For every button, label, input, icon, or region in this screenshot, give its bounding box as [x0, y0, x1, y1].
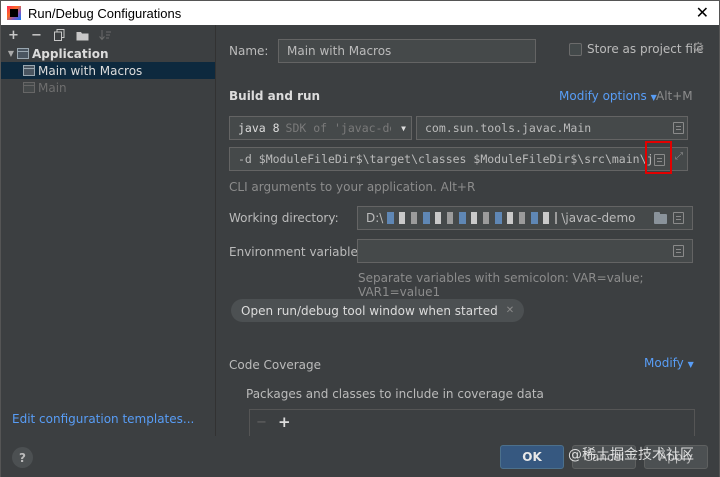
configurations-tree: ▼ Application Main with Macros Main — [1, 45, 215, 96]
main-class-value: com.sun.tools.javac.Main — [425, 121, 592, 135]
coverage-include-label: Packages and classes to include in cover… — [246, 387, 544, 401]
highlight-box — [645, 141, 672, 174]
coverage-patterns-list[interactable]: − + — [249, 409, 695, 439]
cli-arguments-hint: CLI arguments to your application. Alt+R — [229, 180, 476, 194]
chevron-down-icon[interactable]: ▼ — [5, 49, 17, 58]
help-button[interactable]: ? — [12, 447, 33, 468]
chevron-down-icon: ▼ — [401, 123, 406, 133]
jdk-select[interactable]: java 8 SDK of 'javac-de ▼ — [229, 116, 412, 140]
insert-macros-icon[interactable] — [673, 212, 684, 224]
add-pattern-icon[interactable]: + — [278, 413, 291, 431]
sort-icon[interactable] — [98, 28, 113, 43]
ok-button[interactable]: OK — [500, 445, 564, 469]
edit-configuration-templates-link[interactable]: Edit configuration templates... — [12, 412, 194, 426]
remove-option-icon[interactable]: ✕ — [506, 305, 514, 316]
configurations-sidebar: + − ▼ Application Main with Macros Main … — [1, 25, 216, 436]
edit-environment-variables-icon[interactable] — [673, 245, 684, 257]
watermark: @稀土掘金技术社区 — [568, 447, 694, 463]
modify-options-shortcut: Alt+M — [656, 89, 693, 103]
intellij-logo-icon — [7, 6, 21, 20]
main-class-field[interactable]: com.sun.tools.javac.Main — [416, 116, 688, 140]
name-field[interactable]: Main with Macros — [278, 39, 536, 63]
chip-label: Open run/debug tool window when started — [241, 303, 498, 318]
working-directory-field[interactable]: D:\ \javac-demo — [357, 206, 693, 230]
settings-gear-icon[interactable]: ⚙ — [692, 40, 705, 56]
environment-variables-hint: Separate variables with semicolon: VAR=v… — [358, 271, 644, 299]
tree-item-label: Application — [32, 46, 109, 61]
tree-item-application[interactable]: ▼ Application — [1, 45, 215, 62]
copy-icon[interactable] — [52, 28, 67, 43]
name-label: Name: — [229, 44, 269, 58]
modify-options-link[interactable]: Modify options ▼ — [559, 89, 657, 103]
redacted-path — [387, 212, 558, 224]
working-directory-prefix: D:\ — [366, 211, 384, 225]
working-directory-suffix: \javac-demo — [561, 211, 636, 225]
run-debug-configurations-dialog: Run/Debug Configurations ✕ + − ▼ Applica… — [0, 0, 720, 477]
modify-options-label: Modify options — [559, 89, 647, 103]
code-coverage-heading: Code Coverage — [229, 358, 322, 372]
chevron-down-icon: ▼ — [687, 360, 694, 369]
working-directory-label: Working directory: — [229, 211, 339, 225]
window-title: Run/Debug Configurations — [28, 5, 182, 21]
coverage-modify-link[interactable]: Modify ▼ — [644, 356, 694, 370]
name-field-value: Main with Macros — [287, 44, 392, 58]
remove-pattern-icon[interactable]: − — [256, 415, 267, 430]
environment-variables-field[interactable] — [357, 239, 693, 263]
application-config-icon — [23, 65, 35, 76]
application-config-icon — [23, 82, 35, 93]
store-as-project-file-label: Store as project file — [587, 42, 704, 56]
browse-main-class-icon[interactable] — [673, 122, 684, 134]
tree-item-label: Main with Macros — [38, 63, 143, 78]
configuration-editor: Name: Main with Macros Store as project … — [217, 25, 719, 439]
coverage-modify-label: Modify — [644, 356, 684, 370]
application-config-icon — [17, 48, 29, 59]
tree-item-main-with-macros[interactable]: Main with Macros — [1, 62, 215, 79]
expand-icon[interactable]: ⤢ — [675, 151, 683, 162]
program-arguments-field[interactable]: -d $ModuleFileDir$\target\classes $Modul… — [229, 147, 688, 171]
build-and-run-heading: Build and run — [229, 89, 321, 103]
title-bar: Run/Debug Configurations ✕ — [1, 1, 719, 25]
store-as-project-file-checkbox[interactable] — [569, 43, 582, 56]
close-icon[interactable]: ✕ — [696, 3, 709, 22]
tree-item-label: Main — [38, 80, 67, 95]
program-arguments-value: -d $ModuleFileDir$\target\classes $Modul… — [238, 152, 654, 166]
folder-icon[interactable] — [654, 212, 667, 224]
add-icon[interactable]: + — [6, 28, 21, 43]
move-to-folder-icon[interactable] — [75, 28, 90, 43]
sidebar-toolbar: + − — [1, 25, 215, 45]
environment-variables-label: Environment variables: — [229, 245, 369, 259]
tree-item-main[interactable]: Main — [1, 79, 215, 96]
jdk-select-value: java 8 — [238, 121, 280, 135]
remove-icon[interactable]: − — [29, 28, 44, 43]
jdk-select-detail: SDK of 'javac-de — [285, 121, 391, 135]
open-tool-window-option-chip[interactable]: Open run/debug tool window when started … — [231, 299, 525, 322]
